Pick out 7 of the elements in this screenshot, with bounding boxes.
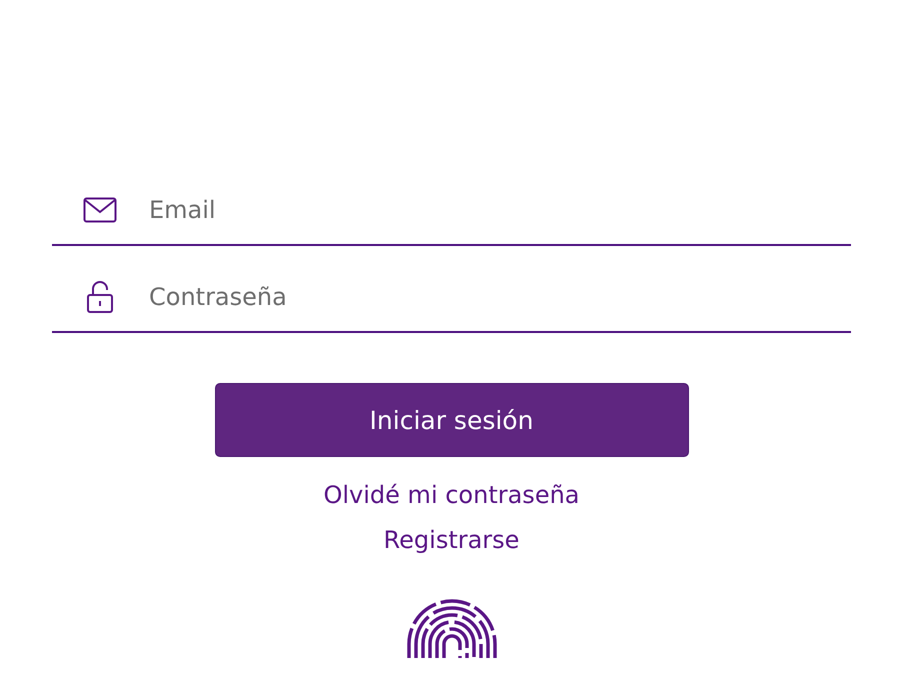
text-link[interactable]: Registrarse bbox=[384, 526, 520, 554]
password-field[interactable]: Contraseña bbox=[147, 282, 851, 312]
login-button[interactable]: Iniciar sesión bbox=[214, 383, 688, 457]
email-field[interactable]: Email bbox=[147, 195, 851, 225]
envelope-icon bbox=[82, 197, 116, 223]
unlocked-padlock-icon bbox=[86, 280, 114, 314]
text-link[interactable]: Olvidé mi contraseña bbox=[324, 481, 580, 509]
